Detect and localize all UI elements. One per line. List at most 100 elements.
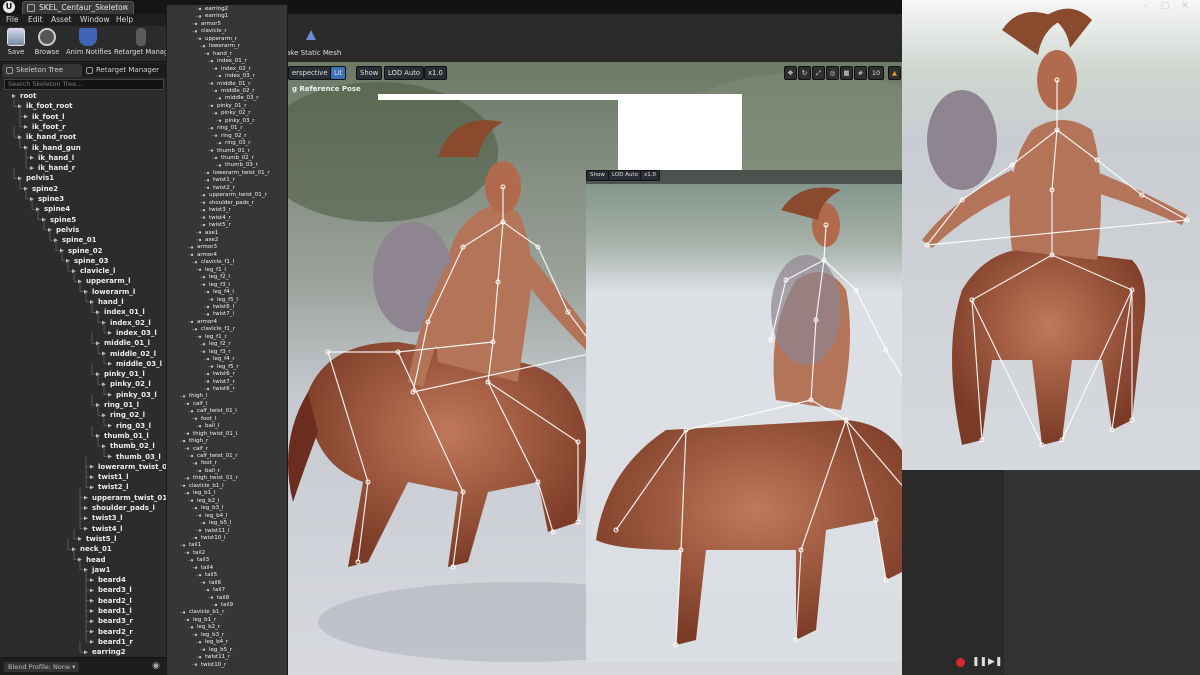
scale-icon[interactable]: ⤢ [812, 66, 825, 80]
bone-row[interactable]: ik_hand_l [38, 153, 74, 163]
bone-row[interactable]: twist4_l [92, 524, 123, 534]
bone-row[interactable]: ik_foot_root [26, 101, 72, 111]
bone-row[interactable]: beard3_l [98, 585, 132, 595]
tab-retarget-manager[interactable]: Retarget Manager [82, 64, 166, 77]
blend-profile-dropdown[interactable]: Blend Profile: None ▾ [4, 662, 80, 672]
overlay-bone-row[interactable]: twist10_l [201, 534, 225, 542]
lod-button-2[interactable]: LOD Auto [608, 170, 642, 181]
skip-forward-icon[interactable]: ▶❚ [988, 657, 1002, 667]
bone-row[interactable]: lowerarm_twist_01_l [98, 462, 166, 472]
bone-row[interactable]: ik_hand_root [26, 132, 76, 142]
bone-row[interactable]: twist2_l [98, 482, 129, 492]
bone-row[interactable]: pelvis [56, 225, 79, 235]
bone-row[interactable]: pelvis1 [26, 173, 54, 183]
bone-row[interactable]: beard2_l [98, 596, 132, 606]
bone-row[interactable]: thumb_02_l [110, 441, 155, 451]
bone-row[interactable]: ik_foot_l [32, 112, 64, 122]
bone-row[interactable]: beard1_l [98, 606, 132, 616]
bone-row[interactable]: root [20, 91, 36, 101]
bone-row[interactable]: beard4 [98, 575, 126, 585]
bone-row[interactable]: spine3 [38, 194, 64, 204]
bone-row[interactable]: ring_03_l [116, 421, 151, 431]
bone-row[interactable]: head [86, 555, 105, 565]
bone-row[interactable]: spine5 [50, 215, 76, 225]
menu-file[interactable]: File [6, 15, 19, 24]
maximize-icon[interactable]: ▢ [1156, 0, 1174, 14]
bone-row[interactable]: spine2 [32, 184, 58, 194]
bone-row[interactable]: spine_03 [74, 256, 109, 266]
bone-row[interactable]: ring_01_l [104, 400, 139, 410]
record-button[interactable] [956, 658, 965, 667]
menu-edit[interactable]: Edit [28, 15, 43, 24]
bone-row[interactable]: middle_01_l [104, 338, 150, 348]
bone-row[interactable]: lowerarm_l [92, 287, 135, 297]
bone-row[interactable]: spine_01 [62, 235, 97, 245]
bone-row[interactable]: spine4 [44, 204, 70, 214]
bone-row[interactable]: ring_02_l [110, 410, 145, 420]
overlay-bone-row[interactable]: twist6_r [213, 385, 235, 393]
show-button[interactable]: Show [356, 66, 383, 80]
bone-row[interactable]: jaw1 [92, 565, 110, 575]
minimize-icon[interactable]: – [1136, 0, 1154, 14]
translate-icon[interactable]: ✥ [784, 66, 797, 80]
white-overlay-box [618, 94, 742, 176]
bone-row[interactable]: ik_foot_r [32, 122, 66, 132]
bone-row[interactable]: upperarm_twist_01_l [92, 493, 166, 503]
bone-row[interactable]: clavicle_l [80, 266, 115, 276]
bone-row[interactable]: pinky_02_l [110, 379, 151, 389]
menu-asset[interactable]: Asset [51, 15, 72, 24]
panel-tabs: Skeleton Tree Retarget Manager [0, 63, 166, 77]
browse-button[interactable]: Browse [34, 28, 60, 60]
bone-row[interactable]: twist3_l [92, 513, 123, 523]
grid-snap-icon[interactable]: # [854, 66, 867, 80]
eye-icon[interactable]: ◉ [152, 661, 160, 671]
overlay-bone-row[interactable]: twist10_r [201, 661, 226, 669]
bone-row[interactable]: beard2_r [98, 627, 133, 637]
bone-row[interactable]: shoulder_pads_l [92, 503, 155, 513]
show-button-2[interactable]: Show [586, 170, 609, 181]
bone-row[interactable]: beard3_r [98, 616, 133, 626]
speed-button-2[interactable]: x1.0 [640, 170, 661, 181]
bone-row[interactable]: middle_03_l [116, 359, 162, 369]
save-button[interactable]: Save [4, 28, 28, 60]
bone-row[interactable]: middle_02_l [110, 349, 156, 359]
surface-snap-icon[interactable]: ▦ [840, 66, 853, 80]
bone-row[interactable]: upperarm_l [86, 276, 131, 286]
bone-row[interactable]: pinky_03_l [116, 390, 157, 400]
pause-icon[interactable]: ❚❚ [972, 657, 987, 667]
bone-row[interactable]: hand_l [98, 297, 124, 307]
warning-icon[interactable]: ▲ [888, 66, 901, 80]
close-window-icon[interactable]: ✕ [1176, 0, 1194, 14]
menu-help[interactable]: Help [116, 15, 133, 24]
bone-row[interactable]: index_01_l [104, 307, 145, 317]
close-icon[interactable]: ✕ [123, 2, 129, 13]
make-static-mesh-button[interactable]: ake Static Mesh [286, 26, 346, 60]
lod-button[interactable]: LOD Auto [384, 66, 425, 80]
expand-arrow-icon [84, 526, 88, 531]
lit-button[interactable]: Lit [330, 66, 347, 80]
bone-row[interactable]: pinky_01_l [104, 369, 145, 379]
perspective-button[interactable]: erspective [288, 66, 332, 80]
bone-row[interactable]: ik_hand_gun [32, 143, 81, 153]
retarget-manager-button[interactable]: Retarget Manag [114, 28, 168, 60]
bone-row[interactable]: neck_01 [80, 544, 112, 554]
document-tab[interactable]: SKEL_Centaur_Skeleton ✕ [22, 1, 134, 14]
bone-row[interactable]: index_03_l [116, 328, 157, 338]
bone-row[interactable]: earring2 [92, 647, 126, 657]
bone-row[interactable]: twist1_l [98, 472, 129, 482]
tab-skeleton-tree[interactable]: Skeleton Tree [2, 64, 82, 77]
bone-row[interactable]: twist5_l [86, 534, 117, 544]
anim-notifies-button[interactable]: Anim Notifies [66, 28, 111, 60]
bone-row[interactable]: index_02_l [110, 318, 151, 328]
world-icon[interactable]: ◎ [826, 66, 839, 80]
bone-row[interactable]: thumb_03_l [116, 452, 161, 462]
playback-speed-button[interactable]: x1.0 [424, 66, 447, 80]
bone-row[interactable]: ik_hand_r [38, 163, 75, 173]
bone-row[interactable]: thumb_01_l [104, 431, 149, 441]
skeleton-search-input[interactable]: Search Skeleton Tree... [4, 79, 164, 90]
bone-row[interactable]: spine_02 [68, 246, 103, 256]
rotate-icon[interactable]: ↻ [798, 66, 811, 80]
bone-row[interactable]: beard1_r [98, 637, 133, 647]
grid-size-value[interactable]: 10 [868, 66, 884, 80]
menu-window[interactable]: Window [80, 15, 110, 24]
